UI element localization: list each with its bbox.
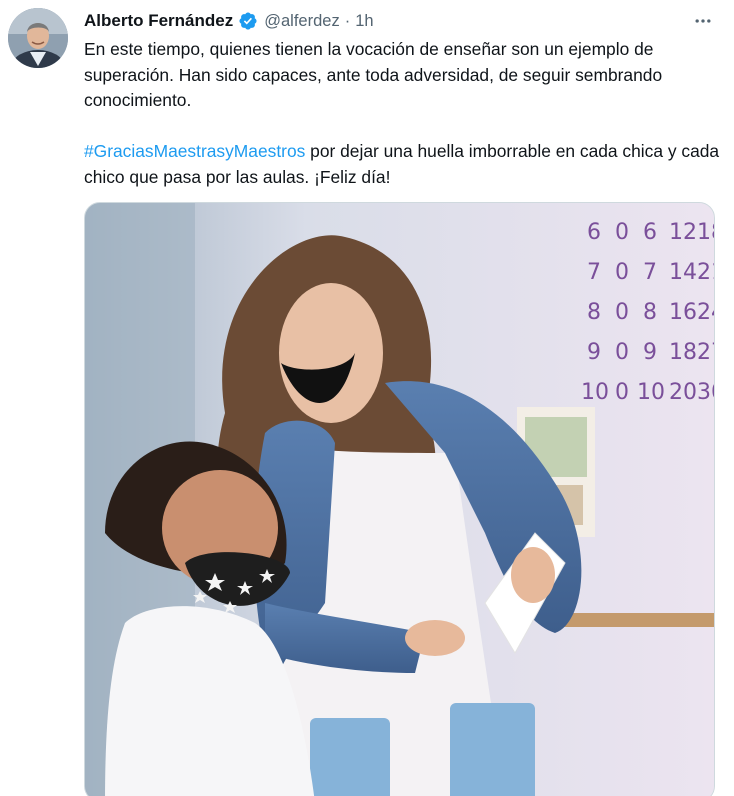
chart-cell: 14 — [669, 260, 697, 285]
more-horizontal-icon — [695, 19, 711, 23]
more-options-button[interactable] — [688, 10, 718, 32]
chart-cell: 9 — [643, 340, 657, 365]
chart-cell: 16 — [669, 300, 697, 325]
avatar-image — [8, 8, 68, 68]
chart-cell: 30 — [697, 380, 715, 405]
photo-image: 6 0 6 12 18 7 0 7 14 21 8 0 8 16 24 9 0 … — [85, 203, 715, 796]
chart-cell: 8 — [587, 300, 601, 325]
tweet-photo[interactable]: 6 0 6 12 18 7 0 7 14 21 8 0 8 16 24 9 0 … — [84, 202, 715, 796]
tweet[interactable]: Alberto Fernández @alferdez · 1h En este… — [0, 0, 734, 796]
chart-cell: 6 — [643, 220, 657, 245]
chart-cell: 0 — [615, 220, 629, 245]
chart-cell: 10 — [637, 380, 665, 405]
chart-cell: 18 — [669, 340, 697, 365]
chart-cell: 0 — [615, 380, 629, 405]
author-handle[interactable]: @alferdez — [264, 12, 339, 31]
chart-cell: 21 — [697, 260, 715, 285]
tweet-text-paragraph-1: En este tiempo, quienes tienen la vocaci… — [84, 39, 663, 110]
chart-cell: 10 — [581, 380, 609, 405]
tweet-timestamp[interactable]: 1h — [355, 12, 373, 31]
chart-cell: 7 — [643, 260, 657, 285]
chart-cell: 0 — [615, 260, 629, 285]
chart-cell: 24 — [697, 300, 715, 325]
tweet-header: Alberto Fernández @alferdez · 1h — [84, 10, 374, 32]
chart-cell: 6 — [587, 220, 601, 245]
hashtag-link[interactable]: #GraciasMaestrasyMaestros — [84, 141, 305, 161]
chart-cell: 18 — [697, 220, 715, 245]
chart-cell: 20 — [669, 380, 697, 405]
chart-cell: 12 — [669, 220, 697, 245]
verified-badge-icon — [238, 11, 258, 31]
chart-cell: 8 — [643, 300, 657, 325]
author-name[interactable]: Alberto Fernández — [84, 11, 233, 31]
chart-cell: 7 — [587, 260, 601, 285]
chart-cell: 27 — [697, 340, 715, 365]
tweet-text: En este tiempo, quienes tienen la vocaci… — [84, 37, 720, 190]
tweet-text-paragraph-2: #GraciasMaestrasyMaestros por dejar una … — [84, 139, 720, 190]
chart-cell: 0 — [615, 340, 629, 365]
chart-cell: 0 — [615, 300, 629, 325]
separator-dot: · — [344, 11, 351, 30]
avatar[interactable] — [8, 8, 68, 68]
chart-cell: 9 — [587, 340, 601, 365]
wall-shelf — [555, 613, 714, 627]
